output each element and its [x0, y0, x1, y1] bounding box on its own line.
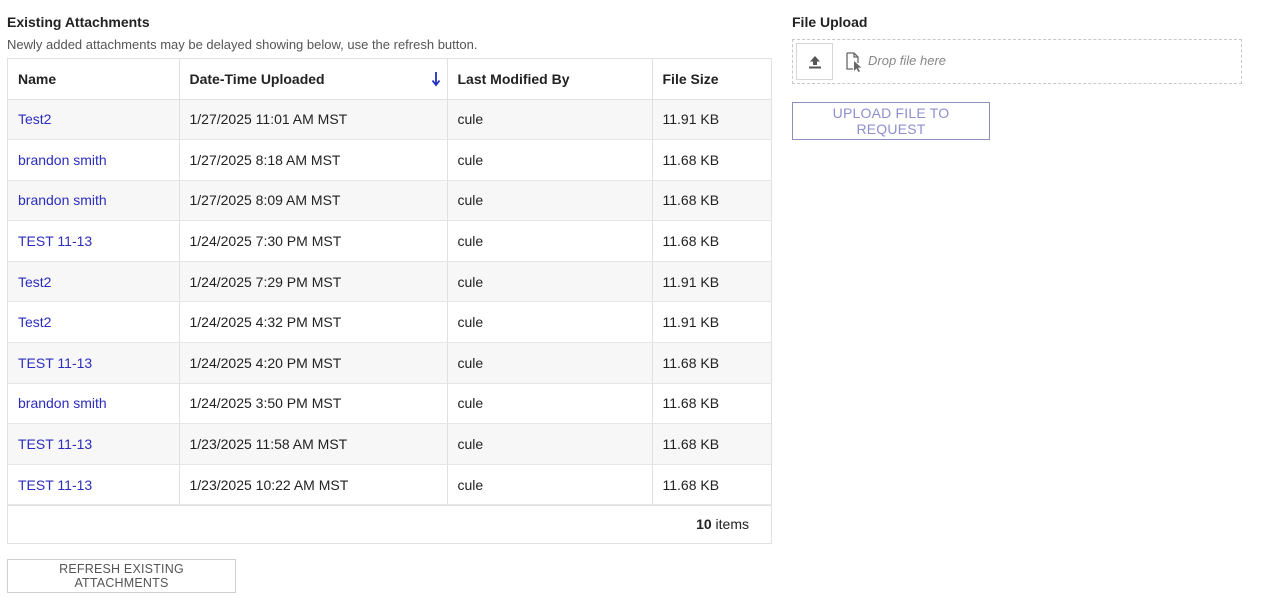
cell-last-modified-by: cule [447, 99, 653, 141]
upload-icon [808, 55, 821, 68]
table-row: TEST 11-13 1/24/2025 4:20 PM MST cule 11.68… [8, 342, 771, 384]
cell-date-uploaded: 1/27/2025 8:18 AM MST [179, 139, 448, 181]
cell-file-size: 11.68 KB [652, 220, 771, 262]
existing-attachments-title: Existing Attachments [7, 14, 150, 30]
select-file-button[interactable] [796, 43, 833, 80]
cell-last-modified-by: cule [447, 220, 653, 262]
cell-file-size: 11.68 KB [652, 180, 771, 222]
attachments-grid: Name Date-Time Uploaded Last Modified By… [7, 58, 772, 545]
cell-date-uploaded: 1/23/2025 10:22 AM MST [179, 464, 448, 506]
column-header-date-label: Date-Time Uploaded [189, 70, 325, 87]
upload-file-to-request-button[interactable]: UPLOAD FILE TO REQUEST [792, 102, 990, 140]
table-row: TEST 11-13 1/23/2025 11:58 AM MST cule 11.6… [8, 423, 771, 465]
cell-name: brandon smith [8, 180, 180, 222]
attachments-table: Name Date-Time Uploaded Last Modified By… [8, 59, 771, 506]
cell-file-size: 11.91 KB [652, 301, 771, 344]
cell-file-size: 11.68 KB [652, 342, 771, 384]
table-row: Test2 1/27/2025 11:01 AM MST cule 11.91 KB [8, 99, 771, 141]
cell-name: TEST 11-13 [8, 464, 180, 506]
attachment-name-link[interactable]: TEST 11-13 [18, 477, 92, 493]
cell-name: Test2 [8, 99, 180, 141]
cell-date-uploaded: 1/27/2025 8:09 AM MST [179, 180, 448, 222]
file-upload-section: File Upload Drop file here UPLOAD FILE T… [792, 12, 1242, 140]
cell-date-uploaded: 1/27/2025 11:01 AM MST [179, 99, 448, 141]
column-header-name[interactable]: Name [8, 59, 180, 100]
column-header-last-modified-by[interactable]: Last Modified By [447, 59, 653, 100]
existing-attachments-subtitle: Newly added attachments may be delayed s… [7, 37, 478, 52]
cell-file-size: 11.91 KB [652, 99, 771, 141]
cell-file-size: 11.68 KB [652, 464, 771, 506]
cell-file-size: 11.68 KB [652, 423, 771, 465]
cell-file-size: 11.68 KB [652, 139, 771, 181]
existing-attachments-section: Existing Attachments Newly added attachm… [7, 12, 772, 545]
cell-last-modified-by: cule [447, 383, 653, 425]
cell-name: brandon smith [8, 383, 180, 425]
attachment-name-link[interactable]: brandon smith [18, 152, 107, 168]
file-drop-zone[interactable]: Drop file here [792, 39, 1242, 84]
table-row: Test2 1/24/2025 4:32 PM MST cule 11.91 KB [8, 301, 771, 344]
item-count: 10 [696, 516, 712, 533]
cell-last-modified-by: cule [447, 261, 653, 303]
file-upload-title: File Upload [792, 14, 868, 30]
cell-date-uploaded: 1/24/2025 4:32 PM MST [179, 301, 448, 344]
table-row: brandon smith 1/27/2025 8:09 AM MST cule 11… [8, 180, 771, 222]
table-row: TEST 11-13 1/24/2025 7:30 PM MST cule 11.68… [8, 220, 771, 262]
table-row: brandon smith 1/27/2025 8:18 AM MST cule 11… [8, 139, 771, 181]
column-header-date-uploaded[interactable]: Date-Time Uploaded [179, 59, 448, 100]
attachments-table-body: Test2 1/27/2025 11:01 AM MST cule 11.91 KB b… [8, 99, 771, 506]
cell-date-uploaded: 1/23/2025 11:58 AM MST [179, 423, 448, 465]
cell-name: Test2 [8, 261, 180, 303]
cell-date-uploaded: 1/24/2025 3:50 PM MST [179, 383, 448, 425]
arrow-down-icon[interactable] [431, 71, 441, 87]
attachment-name-link[interactable]: Test2 [18, 111, 51, 127]
cell-last-modified-by: cule [447, 423, 653, 465]
table-row: TEST 11-13 1/23/2025 10:22 AM MST cule 11.6… [8, 464, 771, 506]
cell-date-uploaded: 1/24/2025 4:20 PM MST [179, 342, 448, 384]
cell-name: TEST 11-13 [8, 342, 180, 384]
attachment-name-link[interactable]: TEST 11-13 [18, 233, 92, 249]
attachment-name-link[interactable]: brandon smith [18, 192, 107, 208]
header-row: Name Date-Time Uploaded Last Modified By… [8, 59, 771, 100]
attachment-name-link[interactable]: TEST 11-13 [18, 436, 92, 452]
grid-footer: 10 items [8, 505, 771, 543]
attachment-name-link[interactable]: Test2 [18, 274, 51, 290]
file-cursor-icon [846, 52, 862, 72]
refresh-attachments-button[interactable]: REFRESH EXISTING ATTACHMENTS [7, 559, 236, 593]
cell-file-size: 11.91 KB [652, 261, 771, 303]
cell-last-modified-by: cule [447, 139, 653, 181]
cell-last-modified-by: cule [447, 180, 653, 222]
cell-last-modified-by: cule [447, 464, 653, 506]
cell-last-modified-by: cule [447, 342, 653, 384]
cell-name: brandon smith [8, 139, 180, 181]
attachment-name-link[interactable]: TEST 11-13 [18, 355, 92, 371]
table-row: Test2 1/24/2025 7:29 PM MST cule 11.91 KB [8, 261, 771, 303]
cell-last-modified-by: cule [447, 301, 653, 344]
column-header-file-size[interactable]: File Size [652, 59, 771, 100]
cell-file-size: 11.68 KB [652, 383, 771, 425]
attachment-name-link[interactable]: brandon smith [18, 395, 107, 411]
table-row: brandon smith 1/24/2025 3:50 PM MST cule 11… [8, 383, 771, 425]
item-count-label: items [715, 516, 749, 533]
cell-date-uploaded: 1/24/2025 7:30 PM MST [179, 220, 448, 262]
drop-file-placeholder: Drop file here [868, 53, 947, 68]
cell-name: TEST 11-13 [8, 220, 180, 262]
cell-name: Test2 [8, 301, 180, 344]
cell-date-uploaded: 1/24/2025 7:29 PM MST [179, 261, 448, 303]
cell-name: TEST 11-13 [8, 423, 180, 465]
attachment-name-link[interactable]: Test2 [18, 314, 51, 330]
